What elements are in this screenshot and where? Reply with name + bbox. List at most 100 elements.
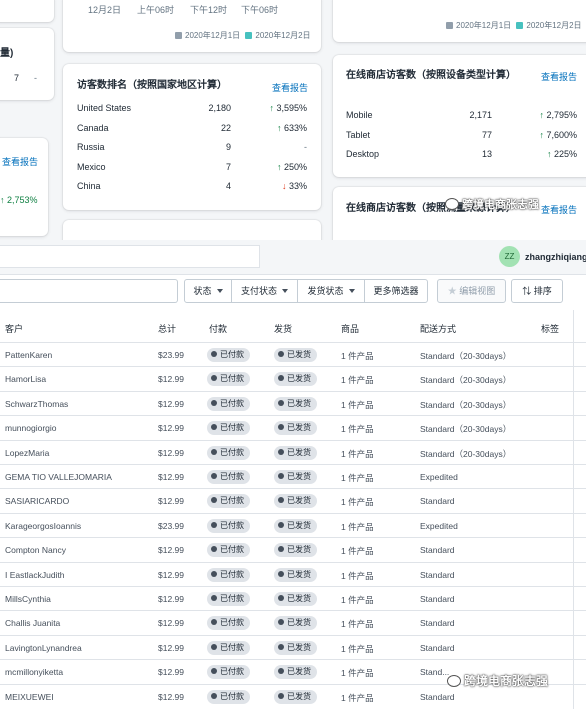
- delivery-method: Standard: [420, 496, 455, 507]
- status-dot-icon: [278, 668, 284, 675]
- customer-name[interactable]: GEMA TIO VALLEJOMARIA: [5, 472, 112, 482]
- customer-name[interactable]: LavingtonLynandrea: [5, 643, 82, 653]
- table-row[interactable]: SchwarzThomas $12.99 已付款 已发货 1 件产品 Standard（2…: [0, 390, 586, 415]
- customer-name[interactable]: munnogiorgio: [5, 423, 57, 433]
- left-partial-title: 量): [0, 48, 14, 59]
- avatar[interactable]: ZZ: [499, 246, 520, 267]
- save-view-button[interactable]: ★ 编辑视图: [437, 279, 506, 303]
- item-count: 1 件产品: [341, 375, 374, 386]
- fulfillment-status-badge: 已发货: [274, 592, 317, 606]
- badge-label: 已发货: [287, 423, 311, 433]
- left-partial-report-link[interactable]: 查看报告: [2, 155, 38, 168]
- item-count: 1 件产品: [341, 692, 374, 703]
- country-name: Mexico: [77, 161, 106, 172]
- table-row[interactable]: GEMA TIO VALLEJOMARIA $12.99 已付款 已发货 1 件产品 Ex…: [0, 464, 586, 488]
- column-header-tags[interactable]: 标签: [541, 322, 559, 335]
- more-filters-button[interactable]: 更多筛选器: [364, 279, 428, 303]
- column-header-customer[interactable]: 客户: [5, 322, 23, 335]
- badge-label: 已发货: [287, 350, 311, 359]
- chart-x-label: 下午12时: [190, 5, 228, 15]
- customer-name[interactable]: Compton Nancy: [5, 545, 66, 555]
- legend-swatch: [245, 32, 253, 39]
- column-header-delivery[interactable]: 配送方式: [420, 322, 456, 335]
- order-search-input[interactable]: [0, 279, 178, 303]
- username[interactable]: zhangzhiqiang: [525, 252, 586, 262]
- table-row[interactable]: MillsCynthia $12.99 已付款 已发货 1 件产品 Standard: [0, 586, 586, 610]
- badge-label: 已发货: [287, 520, 311, 530]
- status-dot-icon: [278, 619, 284, 626]
- customer-name[interactable]: mcmillonyiketta: [5, 667, 63, 677]
- delivery-method: Standard: [420, 545, 455, 556]
- payment-status-badge: 已付款: [207, 592, 250, 606]
- view-report-link[interactable]: 查看报告: [272, 81, 308, 94]
- badge-label: 已发货: [287, 374, 311, 384]
- table-row[interactable]: KarageorgosIoannis $23.99 已付款 已发货 1 件产品 Exped…: [0, 512, 586, 537]
- table-row[interactable]: I EastlackJudith $12.99 已付款 已发货 1 件产品 Standar…: [0, 561, 586, 586]
- table-row[interactable]: HamorLisa $12.99 已付款 已发货 1 件产品 Standard（20-30…: [0, 366, 586, 390]
- device-name: Tablet: [346, 129, 371, 140]
- table-row[interactable]: LavingtonLynandrea $12.99 已付款 已发货 1 件产品 Stand…: [0, 634, 586, 659]
- payment-status-badge: 已付款: [207, 396, 250, 411]
- payment-status-badge: 已付款: [207, 689, 250, 704]
- status-dot-icon: [278, 570, 284, 577]
- customer-name[interactable]: PattenKaren: [5, 350, 52, 360]
- arrow-down-icon: ↓: [281, 181, 289, 191]
- table-row[interactable]: PattenKaren $23.99 已付款 已发货 1 件产品 Standard（20-…: [0, 342, 586, 366]
- caret-down-icon: [348, 289, 355, 293]
- badge-label: 已付款: [220, 545, 244, 555]
- customer-name[interactable]: MillsCynthia: [5, 594, 51, 604]
- payment-status-badge: 已付款: [207, 445, 250, 460]
- customer-name[interactable]: KarageorgosIoannis: [5, 521, 81, 531]
- sort-icon: ⇅: [522, 286, 532, 296]
- customer-name[interactable]: SASIARICARDO: [5, 496, 69, 506]
- customer-name[interactable]: MEIXUEWEI: [5, 692, 54, 702]
- view-report-link[interactable]: 查看报告: [541, 70, 577, 83]
- column-header-fulfillment[interactable]: 发货: [274, 322, 292, 335]
- table-row[interactable]: Compton Nancy $12.99 已付款 已发货 1 件产品 Standard: [0, 537, 586, 561]
- table-row[interactable]: munnogiorgio $12.99 已付款 已发货 1 件产品 Standard（20…: [0, 415, 586, 439]
- order-total: $12.99: [158, 374, 184, 385]
- status-dot-icon: [211, 497, 217, 504]
- column-header-items[interactable]: 商品: [341, 322, 359, 335]
- badge-label: 已付款: [220, 594, 244, 603]
- view-report-link[interactable]: 查看报告: [541, 203, 577, 216]
- table-row[interactable]: Challis Juanita $12.99 已付款 已发货 1 件产品 Standard: [0, 610, 586, 634]
- item-count: 1 件产品: [341, 399, 374, 410]
- delivery-method: Standard: [420, 618, 455, 629]
- customer-name[interactable]: Challis Juanita: [5, 618, 60, 628]
- item-count: 1 件产品: [341, 546, 374, 557]
- badge-label: 已付款: [220, 642, 244, 652]
- badge-label: 已付款: [220, 472, 244, 481]
- device-name: Mobile: [346, 110, 373, 120]
- customer-name[interactable]: I EastlackJudith: [5, 570, 65, 580]
- order-total: $12.99: [158, 642, 184, 653]
- fulfillment-status-badge: 已发货: [274, 543, 317, 558]
- country-change: ↑ 633%: [277, 123, 307, 133]
- status-filter-button[interactable]: 状态: [184, 279, 232, 303]
- device-visitors: 2,171: [469, 110, 492, 120]
- payment-status-badge: 已付款: [207, 494, 250, 509]
- fulfillment-status-filter-button[interactable]: 发货状态: [297, 279, 365, 303]
- sort-button[interactable]: ⇅ 排序: [511, 279, 563, 303]
- status-dot-icon: [211, 351, 217, 357]
- status-dot-icon: [278, 351, 284, 357]
- status-dot-icon: [211, 375, 217, 382]
- column-header-payment[interactable]: 付款: [209, 322, 227, 335]
- payment-status-filter-button[interactable]: 支付状态: [231, 279, 298, 303]
- change-value: 7,600%: [546, 129, 577, 140]
- status-dot-icon: [278, 521, 284, 528]
- column-header-total[interactable]: 总计: [158, 322, 176, 335]
- fulfillment-status-badge: 已发货: [274, 396, 317, 411]
- badge-label: 已付款: [220, 374, 244, 384]
- device-visitors: 13: [481, 149, 492, 159]
- payment-status-badge: 已付款: [207, 616, 250, 631]
- badge-label: 已付款: [220, 618, 244, 628]
- table-row[interactable]: SASIARICARDO $12.99 已付款 已发货 1 件产品 Standard: [0, 488, 586, 512]
- item-count: 1 件产品: [341, 497, 374, 508]
- table-row[interactable]: LopezMaria $12.99 已付款 已发货 1 件产品 Standard（20-3…: [0, 439, 586, 464]
- customer-name[interactable]: HamorLisa: [5, 374, 46, 384]
- customer-name[interactable]: SchwarzThomas: [5, 399, 68, 409]
- badge-label: 已发货: [287, 545, 311, 555]
- customer-name[interactable]: LopezMaria: [5, 448, 49, 458]
- global-search-input[interactable]: [0, 245, 260, 268]
